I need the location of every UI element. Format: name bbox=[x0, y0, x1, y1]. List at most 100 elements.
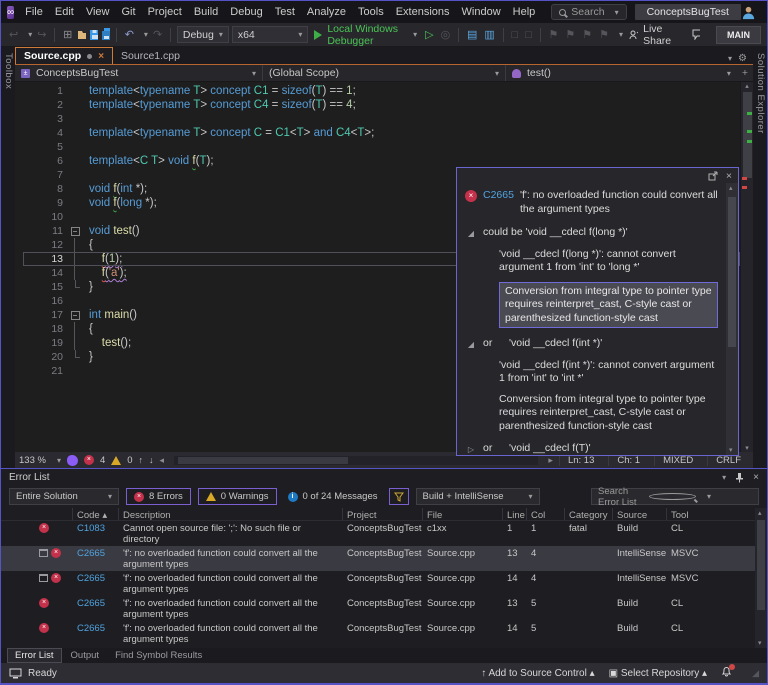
menu-window[interactable]: Window bbox=[456, 6, 507, 18]
source-filter-dropdown[interactable]: Build + IntelliSense▾ bbox=[416, 488, 540, 505]
scroll-down-icon[interactable]: ▾ bbox=[758, 639, 762, 647]
menu-git[interactable]: Git bbox=[116, 6, 142, 18]
scroll-down-icon[interactable]: ▾ bbox=[729, 446, 733, 454]
toolbox-side-tab[interactable]: Toolbox bbox=[1, 47, 15, 468]
member-dropdown[interactable]: test() ▾ bbox=[506, 65, 737, 81]
error-count[interactable]: 4 bbox=[100, 455, 105, 466]
line-number[interactable]: 11 bbox=[23, 224, 69, 238]
error-count-icon[interactable]: × bbox=[84, 455, 94, 465]
live-share-button[interactable]: Live Share bbox=[626, 23, 681, 47]
undo-icon[interactable]: ↶ bbox=[123, 28, 136, 41]
resize-grip[interactable]: ◢ bbox=[752, 668, 759, 679]
save-icon[interactable] bbox=[89, 29, 97, 41]
pin-icon[interactable] bbox=[735, 472, 744, 483]
column-header-tool[interactable]: Tool bbox=[667, 508, 767, 520]
breakpoint-window-icon[interactable]: ▥ bbox=[482, 28, 496, 41]
error-list-search-input[interactable]: Search Error List ▾ bbox=[591, 488, 759, 505]
notifications-bell-icon[interactable] bbox=[721, 666, 732, 680]
line-number[interactable]: 15 bbox=[23, 280, 69, 294]
line-number[interactable]: 7 bbox=[23, 168, 69, 182]
details-popup-icon[interactable] bbox=[39, 549, 48, 557]
tab-source1.cpp[interactable]: Source1.cpp bbox=[113, 47, 188, 64]
scrollbar-thumb[interactable] bbox=[728, 197, 736, 347]
column-header-project[interactable]: Project bbox=[343, 508, 423, 520]
scope-filter-dropdown[interactable]: Entire Solution▾ bbox=[9, 488, 119, 505]
popup-group-row[interactable]: ◢could be 'void __cdecl f(long *)' bbox=[465, 226, 722, 241]
navigate-back-icon[interactable]: ↩ bbox=[7, 28, 20, 41]
column-header-description[interactable]: Description bbox=[119, 508, 343, 520]
account-avatar[interactable] bbox=[741, 5, 756, 20]
error-list-scrollbar[interactable]: ▴ ▾ bbox=[755, 508, 767, 648]
solution-explorer-side-tab[interactable]: Solution Explorer bbox=[753, 47, 767, 468]
menu-debug[interactable]: Debug bbox=[224, 6, 268, 18]
code-line-4[interactable]: 4template<typename T> concept C = C1<T> … bbox=[23, 126, 740, 140]
code-line-6[interactable]: 6template<C T> void f(T); bbox=[23, 154, 740, 168]
tab-list-chevron-icon[interactable]: ▾ bbox=[728, 54, 732, 63]
previous-issue-icon[interactable]: ↑ bbox=[139, 455, 144, 465]
menu-file[interactable]: File bbox=[19, 6, 49, 18]
line-number[interactable]: 9 bbox=[23, 196, 69, 210]
open-folder-icon[interactable] bbox=[77, 29, 86, 40]
split-window-icon[interactable]: + bbox=[737, 65, 753, 81]
start-debugging-button[interactable]: Local Windows Debugger ▾ bbox=[311, 23, 420, 47]
panel-tab-find-symbol-results[interactable]: Find Symbol Results bbox=[108, 649, 209, 662]
error-code-link[interactable]: C1083 bbox=[73, 521, 119, 535]
menu-build[interactable]: Build bbox=[188, 6, 224, 18]
line-number[interactable]: 10 bbox=[23, 210, 69, 224]
save-all-icon[interactable] bbox=[101, 28, 110, 41]
line-number[interactable]: 14 bbox=[23, 266, 69, 280]
bookmark-clear-icon[interactable]: ⚑ bbox=[597, 28, 611, 41]
scrollbar-thumb[interactable] bbox=[178, 457, 348, 464]
platform-dropdown[interactable]: x64▾ bbox=[232, 26, 309, 43]
bookmark-icon[interactable]: ⚑ bbox=[546, 28, 560, 41]
select-repository-button[interactable]: ▣ Select Repository ▴ bbox=[609, 668, 707, 679]
scrollbar-thumb[interactable] bbox=[743, 92, 752, 178]
line-number[interactable]: 5 bbox=[23, 140, 69, 154]
preview-window-icon[interactable]: ▤ bbox=[465, 28, 479, 41]
error-row[interactable]: ×C2665'f': no overloaded function could … bbox=[1, 596, 767, 621]
chevron-down-icon[interactable]: ▾ bbox=[28, 30, 32, 39]
next-issue-icon[interactable]: ↓ bbox=[149, 455, 154, 465]
line-number[interactable]: 17 bbox=[23, 308, 69, 322]
scroll-up-icon[interactable]: ▴ bbox=[729, 184, 733, 192]
error-row[interactable]: ×C4700uninitialized local variable 'x' u… bbox=[1, 646, 767, 648]
code-line-5[interactable]: 5 bbox=[23, 140, 740, 154]
column-header-line[interactable]: Line bbox=[503, 508, 527, 520]
step-into-icon[interactable]: □ bbox=[523, 29, 534, 41]
window-position-chevron-icon[interactable]: ▾ bbox=[722, 473, 726, 482]
column-header-category[interactable]: Category bbox=[565, 508, 613, 520]
line-number[interactable]: 4 bbox=[23, 126, 69, 140]
popup-group-row[interactable]: ◢or'void __cdecl f(int *)' bbox=[465, 337, 722, 352]
line-number[interactable]: 16 bbox=[23, 294, 69, 308]
menu-tools[interactable]: Tools bbox=[352, 6, 390, 18]
error-code-link[interactable]: C2665 bbox=[73, 571, 119, 585]
new-project-icon[interactable]: ⊞ bbox=[61, 28, 74, 41]
errors-filter-button[interactable]: × 8 Errors bbox=[126, 488, 191, 505]
warning-count[interactable]: 0 bbox=[127, 455, 132, 466]
redo-icon[interactable]: ↷ bbox=[151, 28, 164, 41]
messages-filter-button[interactable]: i 0 of 24 Messages bbox=[284, 491, 382, 502]
gear-icon[interactable]: ⚙ bbox=[738, 53, 747, 64]
fold-box-icon[interactable]: − bbox=[69, 224, 81, 238]
configuration-dropdown[interactable]: Debug▾ bbox=[177, 26, 229, 43]
fold-box-icon[interactable]: − bbox=[69, 308, 81, 322]
horizontal-scrollbar[interactable] bbox=[174, 456, 538, 465]
intellicode-icon[interactable] bbox=[67, 455, 78, 466]
close-icon[interactable]: × bbox=[726, 170, 732, 182]
attach-to-process-icon[interactable]: ◎ bbox=[439, 28, 453, 41]
warning-count-icon[interactable] bbox=[111, 456, 121, 465]
menu-help[interactable]: Help bbox=[507, 6, 542, 18]
error-row[interactable]: ×C1083Cannot open source file: ';': No s… bbox=[1, 521, 767, 546]
panel-tab-output[interactable]: Output bbox=[64, 649, 107, 662]
popout-icon[interactable] bbox=[708, 171, 718, 181]
branch-badge[interactable]: MAIN bbox=[716, 26, 761, 44]
eol-indicator[interactable]: CRLF bbox=[707, 455, 749, 466]
filter-button[interactable] bbox=[389, 488, 409, 505]
menu-analyze[interactable]: Analyze bbox=[301, 6, 352, 18]
column-header-file[interactable]: File bbox=[423, 508, 503, 520]
tab-source.cpp[interactable]: Source.cpp× bbox=[15, 47, 113, 64]
line-number[interactable]: 21 bbox=[23, 364, 69, 378]
line-number[interactable]: 18 bbox=[23, 322, 69, 336]
menu-project[interactable]: Project bbox=[142, 6, 188, 18]
line-indicator[interactable]: Ln: 13 bbox=[559, 455, 602, 466]
